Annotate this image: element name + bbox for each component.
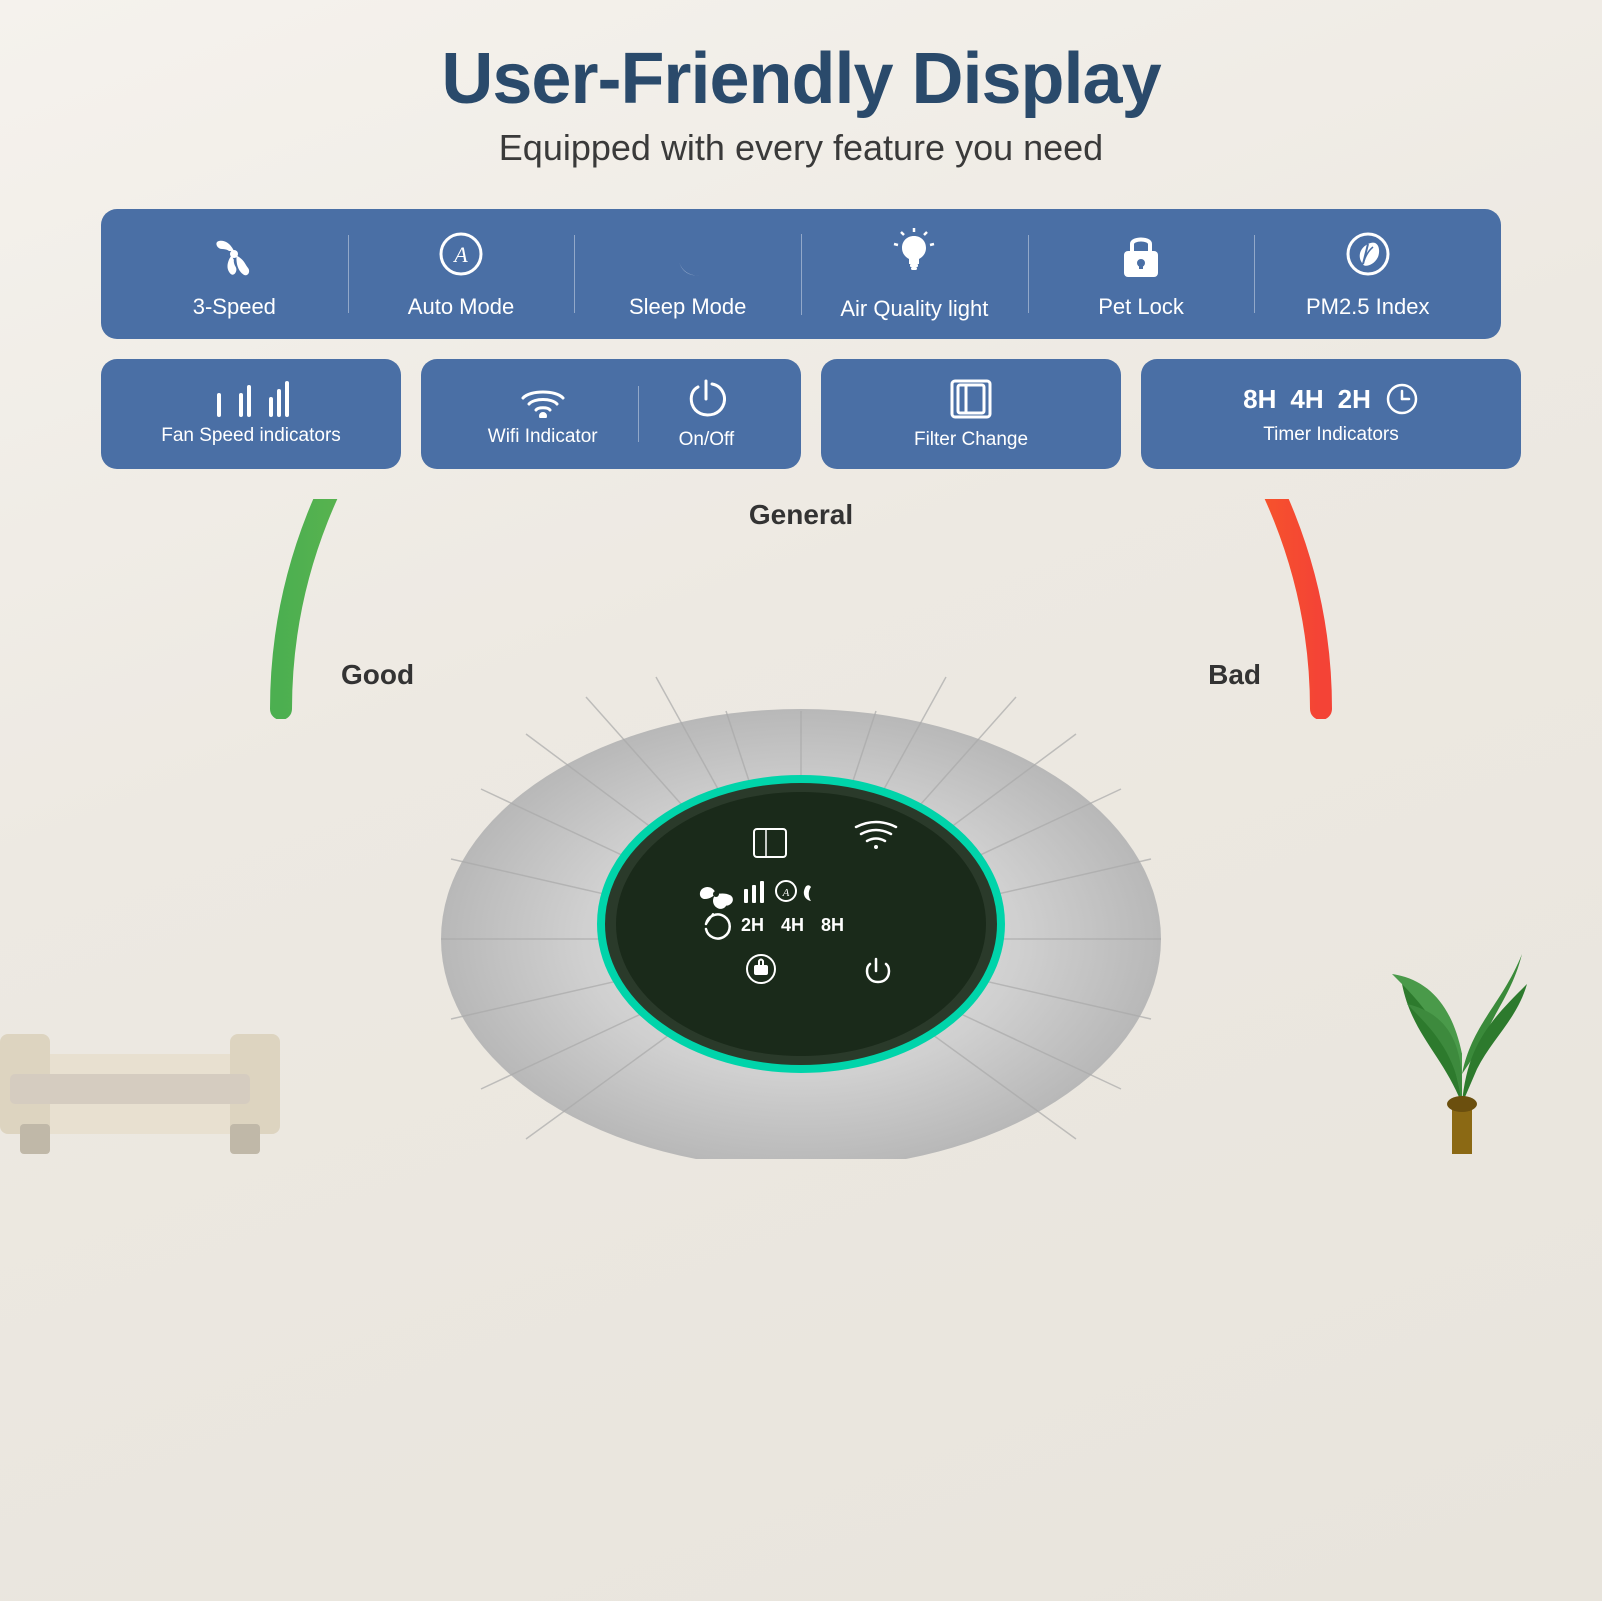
- gauge-device-section: General Good Bad: [0, 499, 1602, 1159]
- leaf-icon: [1343, 229, 1393, 286]
- speed1-icon: [212, 381, 226, 417]
- divider: [638, 386, 639, 442]
- timer-2h: 2H: [1338, 384, 1371, 415]
- wifi-icon: [518, 380, 568, 418]
- feature-petlock: Pet Lock: [1028, 219, 1255, 330]
- svg-text:A: A: [782, 887, 790, 899]
- timer-4h: 4H: [1290, 384, 1323, 415]
- fan-speed-label: Fan Speed indicators: [161, 425, 341, 447]
- lock-icon: [1118, 229, 1164, 286]
- auto-icon: A: [436, 229, 486, 286]
- onoff-label: On/Off: [679, 429, 735, 451]
- timer-bar: 8H 4H 2H Timer Indicators: [1141, 359, 1521, 469]
- plant-svg: [1372, 754, 1572, 1154]
- filter-label: Filter Change: [914, 429, 1028, 451]
- feature-airquality-label: Air Quality light: [840, 296, 988, 322]
- feature-sleep-label: Sleep Mode: [629, 294, 746, 320]
- speed3-icon: [268, 381, 290, 417]
- feature-bar-1: 3-Speed A Auto Mode Sleep Mode: [101, 209, 1501, 339]
- filter-icon: [946, 377, 996, 421]
- plant-decoration: [1372, 754, 1572, 1159]
- feature-sleep: Sleep Mode: [574, 219, 801, 330]
- power-icon: [686, 377, 726, 421]
- sofa-svg: [0, 874, 280, 1154]
- sleep-icon: [663, 229, 713, 286]
- features-section: 3-Speed A Auto Mode Sleep Mode: [101, 209, 1501, 469]
- sub-title: Equipped with every feature you need: [0, 127, 1602, 169]
- clock-icon: [1385, 382, 1419, 416]
- sofa-decoration: [0, 874, 280, 1159]
- lightbulb-icon: [889, 226, 939, 288]
- purifier-svg: A 2H 4H 8H: [426, 659, 1176, 1159]
- feature-airquality: Air Quality light: [801, 216, 1028, 332]
- purifier-body: A 2H 4H 8H: [426, 659, 1176, 1159]
- filter-bar: Filter Change: [821, 359, 1121, 469]
- feature-auto: A Auto Mode: [348, 219, 575, 330]
- fan-icon: [209, 229, 259, 286]
- main-title: User-Friendly Display: [0, 40, 1602, 119]
- timer-8h: 8H: [1243, 384, 1276, 415]
- feature-3speed-label: 3-Speed: [193, 294, 276, 320]
- feature-petlock-label: Pet Lock: [1098, 294, 1184, 320]
- feature-bar-row2: Fan Speed indicators Wifi Indicator: [101, 359, 1501, 469]
- feature-pm25-label: PM2.5 Index: [1306, 294, 1430, 320]
- gauge-good-label: Good: [341, 659, 414, 691]
- wifi-label: Wifi Indicator: [488, 426, 598, 448]
- svg-text:8H: 8H: [821, 915, 844, 935]
- fan-speed-bar: Fan Speed indicators: [101, 359, 401, 469]
- feature-pm25: PM2.5 Index: [1254, 219, 1481, 330]
- svg-text:A: A: [452, 242, 468, 267]
- feature-auto-label: Auto Mode: [408, 294, 514, 320]
- feature-3speed: 3-Speed: [121, 219, 348, 330]
- svg-text:2H: 2H: [741, 915, 764, 935]
- page-content: User-Friendly Display Equipped with ever…: [0, 0, 1602, 1601]
- wifi-onoff-bar: Wifi Indicator On/Off: [421, 359, 801, 469]
- device-container: A 2H 4H 8H: [426, 659, 1176, 1159]
- svg-text:4H: 4H: [781, 915, 804, 935]
- timer-label: Timer Indicators: [1263, 424, 1399, 446]
- speed2-icon: [238, 381, 256, 417]
- header: User-Friendly Display Equipped with ever…: [0, 0, 1602, 169]
- gauge-bad-label: Bad: [1208, 659, 1261, 691]
